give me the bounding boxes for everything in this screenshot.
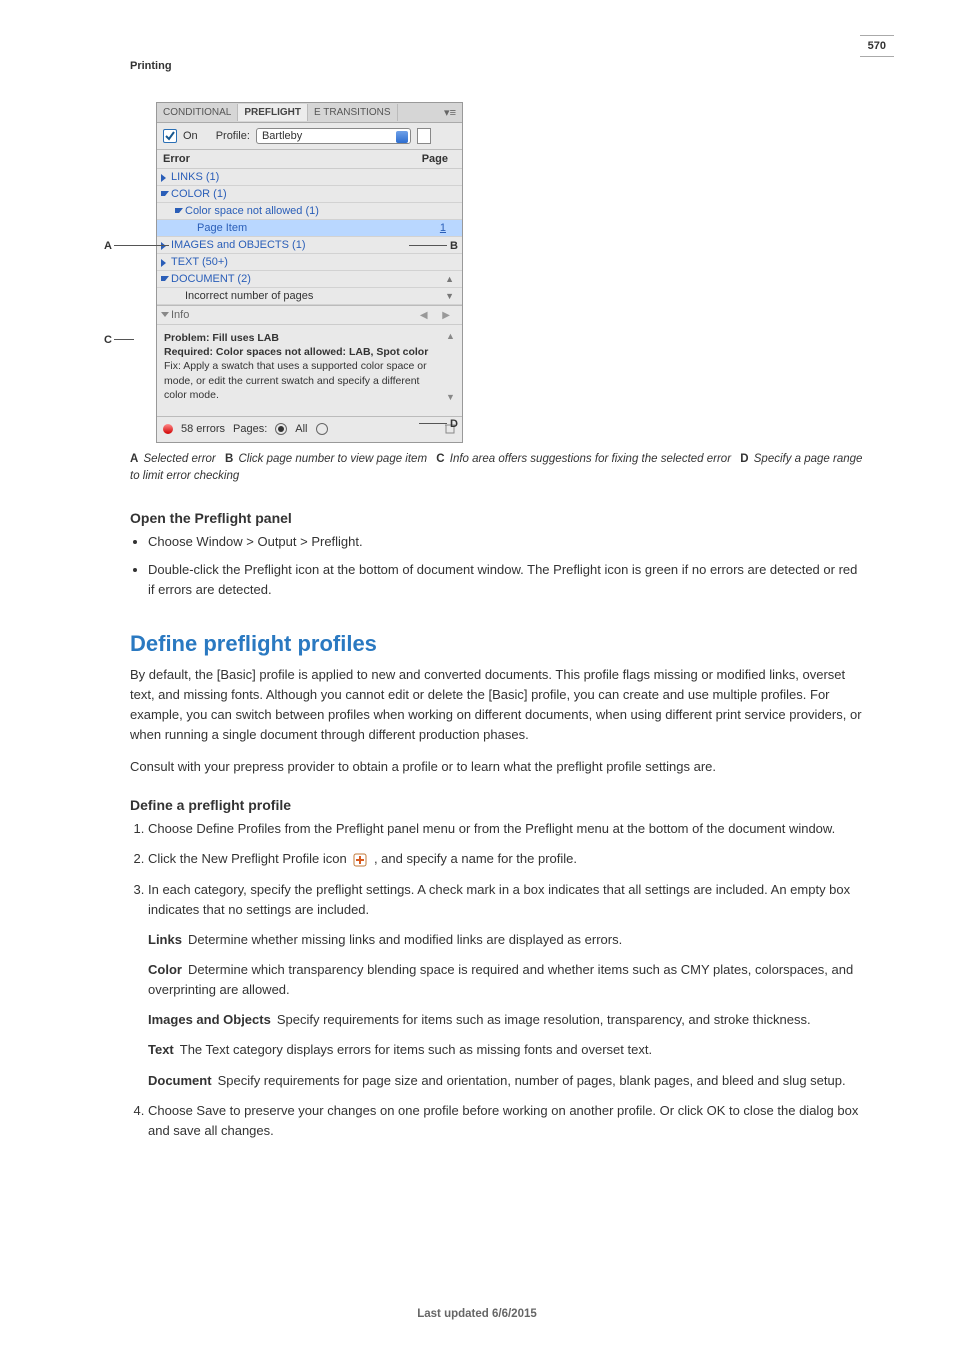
info-problem: Problem: Fill uses LAB (164, 332, 279, 344)
preflight-panel: CONDITIONAL PREFLIGHT E TRANSITIONS ▾≡ O… (156, 102, 463, 443)
info-required: Required: Color spaces not allowed: LAB,… (164, 346, 428, 358)
embed-profile-icon[interactable] (417, 128, 431, 144)
step-2: Click the New Preflight Profile icon , a… (148, 849, 864, 869)
row-page-item-label: Page Item (197, 222, 247, 234)
def-document: DocumentSpecify requirements for page si… (148, 1071, 864, 1091)
callout-a: A (104, 240, 112, 252)
panel-tabs: CONDITIONAL PREFLIGHT E TRANSITIONS ▾≡ (157, 103, 462, 123)
info-header[interactable]: Info ◀ ▶ (157, 305, 462, 325)
row-page-item[interactable]: Page Item 1 (157, 220, 462, 237)
scroll-down-icon[interactable]: ▼ (445, 291, 456, 301)
figure-caption: A Selected error B Click page number to … (130, 451, 864, 484)
preflight-profile-row: On Profile: Bartleby (157, 123, 462, 150)
profile-select[interactable]: Bartleby (256, 128, 411, 144)
row-text[interactable]: TEXT (50+) (157, 254, 462, 271)
tab-preflight[interactable]: PREFLIGHT (238, 104, 308, 121)
header-page-col: Page (422, 153, 456, 165)
on-label: On (183, 130, 198, 142)
profile-label: Profile: (216, 130, 250, 142)
new-profile-plus-icon (353, 853, 367, 867)
step-3: In each category, specify the preflight … (148, 880, 864, 1091)
page-footer: Last updated 6/6/2015 (0, 1308, 954, 1320)
row-images[interactable]: IMAGES and OBJECTS (1) (157, 237, 462, 254)
row-document[interactable]: DOCUMENT (2) ▲ (157, 271, 462, 288)
info-body: Problem: Fill uses LAB Required: Color s… (157, 325, 462, 408)
preflight-status-bar: 58 errors Pages: All (157, 416, 462, 442)
row-color-space[interactable]: Color space not allowed (1) (157, 203, 462, 220)
row-color-space-label: Color space not allowed (1) (185, 205, 319, 217)
open-bullet-2: Double-click the Preflight icon at the b… (148, 560, 864, 600)
def-images: Images and ObjectsSpecify requirements f… (148, 1010, 864, 1030)
def-color: ColorDetermine which transparency blendi… (148, 960, 864, 1000)
define-p1: By default, the [Basic] profile is appli… (130, 665, 864, 746)
error-count: 58 errors (181, 423, 225, 435)
def-links: LinksDetermine whether missing links and… (148, 930, 864, 950)
error-list-header: Error Page (157, 150, 462, 169)
row-color[interactable]: COLOR (1) (157, 186, 462, 203)
scroll-up-icon[interactable]: ▲ (445, 274, 456, 284)
pages-all-label: All (295, 423, 307, 435)
step-1: Choose Define Profiles from the Prefligh… (148, 819, 864, 839)
open-bullet-1: Choose Window > Output > Preflight. (148, 532, 864, 552)
heading-open-preflight: Open the Preflight panel (130, 510, 864, 526)
define-p2: Consult with your prepress provider to o… (130, 757, 864, 777)
row-doc-pages-label: Incorrect number of pages (185, 290, 313, 302)
pages-label: Pages: (233, 423, 267, 435)
pages-range-radio[interactable] (316, 423, 328, 435)
pages-all-radio[interactable] (275, 423, 287, 435)
callout-c: C (104, 334, 112, 346)
row-links[interactable]: LINKS (1) (157, 169, 462, 186)
page-number: 570 (860, 35, 894, 57)
chapter-heading: Printing (130, 60, 864, 72)
info-nav-arrows[interactable]: ◀ ▶ (420, 310, 456, 321)
def-text: TextThe Text category displays errors fo… (148, 1040, 864, 1060)
heading-define-a-profile: Define a preflight profile (130, 797, 864, 813)
heading-define-profiles: Define preflight profiles (130, 631, 864, 657)
row-document-label: DOCUMENT (2) (171, 273, 251, 285)
row-images-label: IMAGES and OBJECTS (1) (171, 239, 305, 251)
error-status-icon (163, 424, 173, 434)
trash-icon[interactable] (444, 422, 456, 437)
tab-transitions[interactable]: E TRANSITIONS (308, 104, 398, 121)
row-text-label: TEXT (50+) (171, 256, 228, 268)
info-fix: Fix: Apply a swatch that uses a supporte… (164, 360, 427, 400)
row-doc-pages[interactable]: Incorrect number of pages ▼ (157, 288, 462, 305)
info-label: Info (171, 309, 189, 321)
info-scrollbar[interactable]: ▲ ▼ (446, 330, 456, 403)
row-color-label: COLOR (1) (171, 188, 227, 200)
page-item-page-link[interactable]: 1 (440, 222, 456, 234)
header-error-col: Error (163, 153, 190, 165)
tab-conditional[interactable]: CONDITIONAL (157, 104, 238, 121)
step-4: Choose Save to preserve your changes on … (148, 1101, 864, 1141)
row-links-label: LINKS (1) (171, 171, 219, 183)
panel-menu-icon[interactable]: ▾≡ (438, 103, 462, 122)
on-checkbox[interactable] (163, 129, 177, 143)
